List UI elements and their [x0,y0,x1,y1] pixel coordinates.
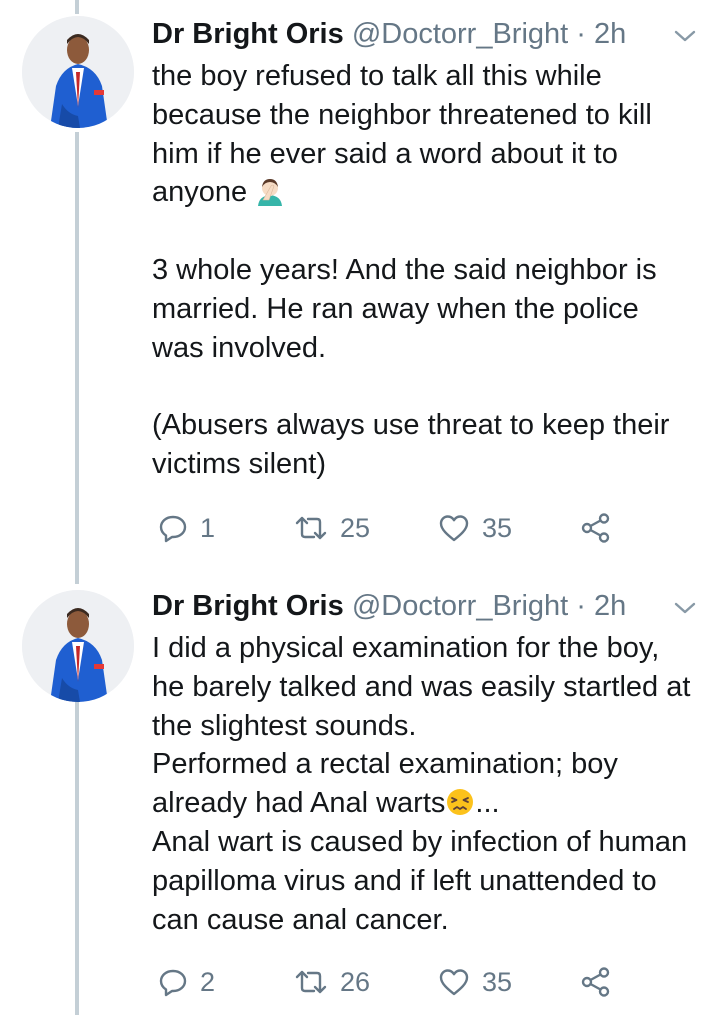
tweet-text: the boy refused to talk all this while b… [152,57,697,484]
reply-icon [158,513,188,543]
like-button[interactable]: 35 [438,508,512,548]
timestamp[interactable]: 2h [594,590,626,622]
separator-dot: · [576,18,586,50]
tweet-line: Anal wart is caused by infection of huma… [152,825,688,936]
retweet-icon [294,513,328,543]
share-button[interactable] [580,962,612,1002]
ellipsis: ... [475,787,500,820]
like-icon [438,513,470,543]
chevron-down-icon[interactable] [672,26,698,46]
like-button[interactable]: 35 [438,962,512,1002]
tweet-actions: 1 25 35 [152,508,652,548]
facepalm-emoji [255,176,285,207]
tweet-line: Performed a rectal examination; boy alre… [152,748,618,820]
retweet-count: 26 [340,966,371,997]
tweet-paragraph: the boy refused to talk all this while b… [152,60,652,209]
tweet-paragraph: (Abusers always use threat to keep their… [152,409,670,480]
reply-icon [158,967,188,997]
separator-dot: · [576,590,586,622]
avatar[interactable] [22,16,134,128]
reply-count: 1 [200,512,216,543]
reply-count: 2 [200,966,216,997]
tweet-line: I did a physical examination for the boy… [152,632,691,742]
timestamp[interactable]: 2h [594,18,626,50]
avatar[interactable] [22,590,134,702]
tweet-paragraph: 3 whole years! And the said neighbor is … [152,253,657,364]
confounded-face-emoji [445,787,475,817]
chevron-down-icon[interactable] [672,598,698,618]
share-icon [580,512,612,544]
reply-button[interactable]: 2 [158,962,215,1002]
tweet-actions: 2 26 35 [152,962,652,1002]
tweet[interactable]: Dr Bright Oris @Doctorr_Bright · 2h the … [0,0,720,584]
share-icon [580,966,612,998]
reply-button[interactable]: 1 [158,508,215,548]
tweet-header: Dr Bright Oris @Doctorr_Bright · 2h [152,14,626,54]
tweet-text: I did a physical examination for the boy… [152,629,697,939]
user-handle[interactable]: @Doctorr_Bright [352,590,568,622]
share-button[interactable] [580,508,612,548]
like-count: 35 [482,966,513,997]
retweet-button[interactable]: 25 [294,508,370,548]
retweet-count: 25 [340,512,371,543]
retweet-button[interactable]: 26 [294,962,370,1002]
user-handle[interactable]: @Doctorr_Bright [352,18,568,50]
retweet-icon [294,967,328,997]
tweet[interactable]: Dr Bright Oris @Doctorr_Bright · 2h I di… [0,584,720,1015]
like-icon [438,967,470,997]
tweet-header: Dr Bright Oris @Doctorr_Bright · 2h [152,586,626,626]
like-count: 35 [482,512,513,543]
display-name[interactable]: Dr Bright Oris [152,590,344,622]
display-name[interactable]: Dr Bright Oris [152,18,344,50]
